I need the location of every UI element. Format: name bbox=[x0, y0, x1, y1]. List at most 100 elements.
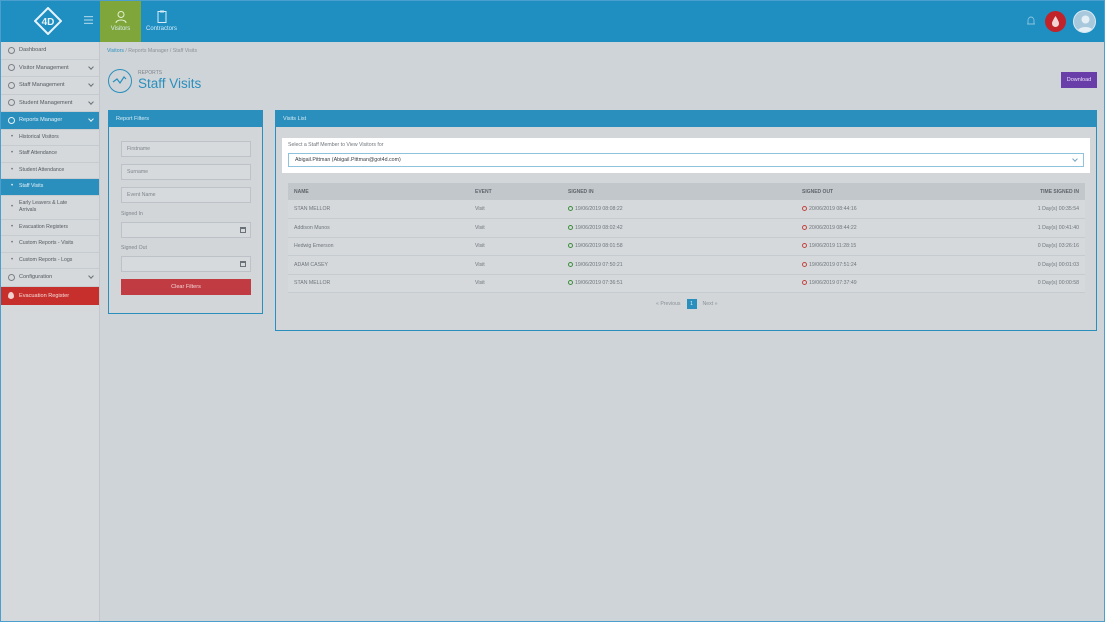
sidebar-item-label: Dashboard bbox=[19, 47, 47, 54]
sidebar-item-visitor-management[interactable]: Visitor Management bbox=[1, 60, 99, 77]
staff-select-label: Select a Staff Member to View Visitors f… bbox=[288, 142, 384, 148]
tab-contractors[interactable]: Contractors bbox=[141, 1, 182, 42]
signed-in-value: 19/06/2019 08:08:22 bbox=[575, 206, 623, 212]
chevron-down-icon bbox=[88, 116, 94, 122]
sidebar-subitem-label: Staff Visits bbox=[19, 183, 44, 190]
student-icon bbox=[8, 99, 15, 107]
evacuation-alert-button[interactable] bbox=[1045, 11, 1066, 32]
sidebar-item-dashboard[interactable]: Dashboard bbox=[1, 42, 99, 60]
sidebar-subitem-label: Custom Reports - Visits bbox=[19, 240, 74, 247]
cell-signed-in: 19/06/2019 08:08:22 bbox=[562, 200, 796, 219]
chevron-down-icon bbox=[88, 98, 94, 105]
sidebar-subitem-staff-attendance[interactable]: Staff Attendance bbox=[1, 146, 99, 163]
sidebar-item-label: Configuration bbox=[19, 274, 53, 281]
column-header-signed-in[interactable]: SIGNED IN bbox=[562, 183, 796, 200]
signed-in-icon bbox=[568, 243, 573, 249]
sidebar-subitem-custom-reports-visits[interactable]: Custom Reports - Visits bbox=[1, 236, 99, 253]
cell-event: Visit bbox=[469, 255, 562, 275]
pagination-next-label: Next bbox=[702, 301, 714, 307]
download-button[interactable]: Download bbox=[1061, 72, 1097, 88]
signed-in-value: 19/06/2019 07:36:51 bbox=[575, 280, 623, 287]
sidebar-item-student-management[interactable]: Student Management bbox=[1, 95, 99, 112]
table-row[interactable]: Hedwig Emerson Visit 19/06/2019 08:01:58… bbox=[288, 237, 1085, 256]
signed-out-value: 19/06/2019 11:28:15 bbox=[809, 243, 857, 250]
page-title: Staff Visits bbox=[138, 76, 202, 91]
pagination-page-1[interactable]: 1 bbox=[686, 299, 697, 309]
cell-name: Addison Munos bbox=[288, 218, 469, 238]
pagination-previous[interactable]: « Previous bbox=[656, 301, 681, 307]
clear-filters-button[interactable]: Clear Filters bbox=[121, 279, 251, 295]
sidebar: Dashboard Visitor Management Staff Manag… bbox=[1, 42, 100, 621]
pagination-next[interactable]: Next » bbox=[703, 301, 718, 307]
reports-chart-icon bbox=[108, 69, 132, 93]
calendar-icon[interactable] bbox=[240, 261, 246, 267]
sidebar-subitem-staff-visits[interactable]: Staff Visits bbox=[1, 179, 99, 196]
reports-icon bbox=[8, 116, 15, 124]
hamburger-menu-icon[interactable] bbox=[84, 15, 94, 27]
signed-out-icon bbox=[802, 243, 807, 249]
sidebar-item-reports-manager[interactable]: Reports Manager bbox=[1, 112, 99, 130]
signed-out-value: 20/06/2019 08:44:22 bbox=[809, 224, 857, 231]
sidebar-subitem-early-leavers[interactable]: Early Leavers & Late Arrivals bbox=[1, 196, 99, 220]
user-avatar[interactable] bbox=[1073, 10, 1096, 33]
table-row[interactable]: ADAM CASEY Visit 19/06/2019 07:50:21 19/… bbox=[288, 255, 1085, 275]
cell-name: Hedwig Emerson bbox=[288, 237, 469, 256]
user-avatar-icon bbox=[1077, 15, 1094, 32]
sidebar-subitem-label: Custom Reports - Logs bbox=[19, 256, 73, 263]
visits-list-header: Visits List bbox=[276, 111, 1096, 127]
sidebar-subitem-evacuation-registers[interactable]: Evacuation Registers bbox=[1, 220, 99, 236]
breadcrumb-separator: / bbox=[169, 48, 172, 54]
sidebar-item-label: Student Management bbox=[19, 99, 73, 106]
cell-signed-in: 19/06/2019 08:01:58 bbox=[562, 237, 796, 256]
sidebar-item-evacuation-register[interactable]: Evacuation Register bbox=[1, 286, 99, 305]
sidebar-item-configuration[interactable]: Configuration bbox=[1, 269, 99, 287]
report-filters-header: Report Filters bbox=[109, 111, 262, 127]
cell-time-signed-in: 1 Day(s) 00:35:54 bbox=[976, 200, 1085, 219]
event-name-input[interactable]: Event Name bbox=[121, 187, 251, 203]
blood-drop-icon bbox=[8, 292, 14, 299]
bell-icon[interactable] bbox=[1025, 15, 1037, 27]
cell-name: ADAM CASEY bbox=[288, 255, 469, 275]
sidebar-subitem-custom-reports-logs[interactable]: Custom Reports - Logs bbox=[1, 253, 99, 269]
column-header-signed-out[interactable]: SIGNED OUT bbox=[796, 183, 976, 200]
blood-drop-icon bbox=[1052, 16, 1059, 27]
sidebar-subitem-historical-visitors[interactable]: Historical Visitors bbox=[1, 130, 99, 146]
signed-out-icon bbox=[802, 261, 807, 267]
column-header-time-signed-in[interactable]: TIME SIGNED IN bbox=[976, 183, 1085, 200]
breadcrumb-visitors[interactable]: Visitors bbox=[107, 48, 124, 54]
column-header-name[interactable]: NAME bbox=[288, 183, 469, 200]
cell-name: STAN MELLOR bbox=[288, 274, 469, 293]
sidebar-subitem-student-attendance[interactable]: Student Attendance bbox=[1, 163, 99, 179]
tab-visitors[interactable]: Visitors bbox=[100, 1, 141, 42]
cell-event: Visit bbox=[469, 274, 562, 293]
signed-out-value: 19/06/2019 07:37:49 bbox=[809, 280, 857, 287]
visits-table: NAME EVENT SIGNED IN SIGNED OUT TIME SIG… bbox=[288, 183, 1085, 293]
tab-contractors-label: Contractors bbox=[145, 26, 177, 32]
logo-area: 4D bbox=[1, 1, 100, 42]
staff-member-select[interactable]: Abigail.Pittman (Abigail.Pittman@got4d.c… bbox=[288, 153, 1084, 167]
sidebar-item-staff-management[interactable]: Staff Management bbox=[1, 77, 99, 95]
surname-input[interactable]: Surname bbox=[121, 164, 251, 180]
tab-visitors-label: Visitors bbox=[110, 26, 131, 32]
sidebar-subitem-label: Evacuation Registers bbox=[19, 223, 69, 230]
firstname-input[interactable]: Firstname bbox=[121, 141, 251, 157]
signed-out-value: 20/06/2019 08:44:16 bbox=[809, 206, 857, 212]
signed-out-date-input[interactable] bbox=[121, 256, 251, 272]
breadcrumb: Visitors / Reports Manager / Staff Visit… bbox=[107, 48, 197, 54]
sidebar-subitem-label: Student Attendance bbox=[19, 166, 65, 173]
table-row[interactable]: Addison Munos Visit 19/06/2019 08:02:42 … bbox=[288, 218, 1085, 238]
column-header-event[interactable]: EVENT bbox=[469, 183, 562, 200]
logo-4d-icon[interactable]: 4D bbox=[34, 7, 62, 35]
sidebar-item-label: Evacuation Register bbox=[19, 292, 70, 299]
table-row[interactable]: STAN MELLOR Visit 19/06/2019 08:08:22 20… bbox=[288, 200, 1085, 219]
cell-signed-out: 19/06/2019 07:37:49 bbox=[796, 274, 976, 293]
breadcrumb-reports-manager[interactable]: Reports Manager bbox=[128, 48, 168, 54]
dashboard-icon bbox=[8, 46, 15, 54]
signed-out-label: Signed Out bbox=[121, 245, 147, 251]
calendar-icon[interactable] bbox=[240, 227, 246, 233]
signed-in-date-input[interactable] bbox=[121, 222, 251, 238]
signed-in-icon bbox=[568, 206, 573, 211]
table-row[interactable]: STAN MELLOR Visit 19/06/2019 07:36:51 19… bbox=[288, 274, 1085, 293]
signed-out-icon bbox=[802, 280, 807, 286]
breadcrumb-staff-visits: Staff Visits bbox=[172, 48, 198, 54]
